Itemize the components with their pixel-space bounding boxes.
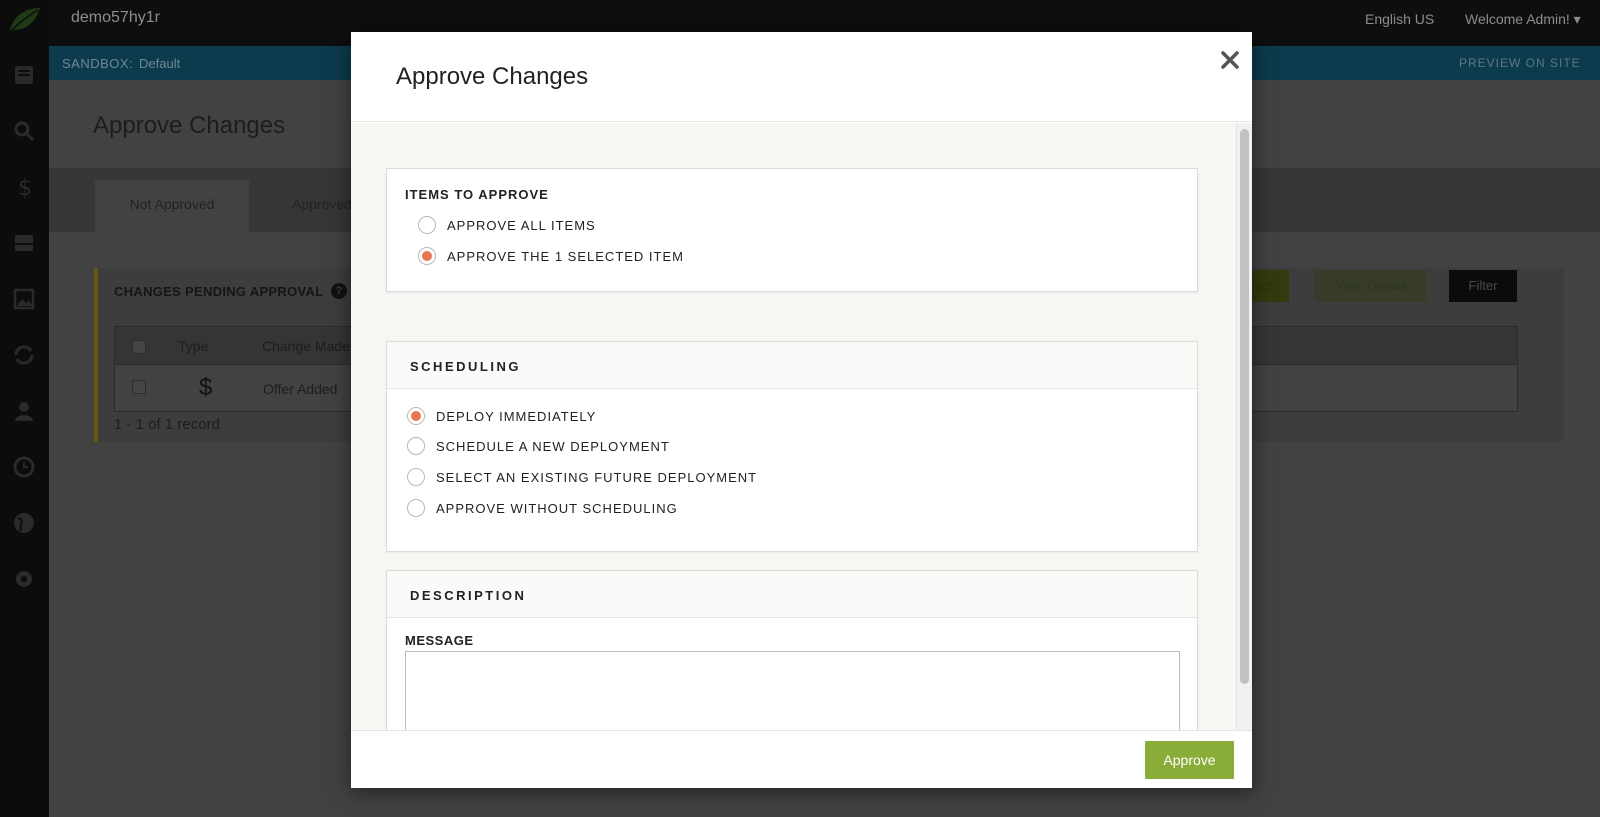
column-header-type[interactable]: Type xyxy=(178,338,208,354)
history-icon[interactable] xyxy=(8,451,40,483)
user-menu[interactable]: Welcome Admin! ▾ xyxy=(1465,11,1581,28)
schedule-new-deployment-radio[interactable] xyxy=(407,437,425,455)
description-card: DESCRIPTION MESSAGE xyxy=(386,570,1198,730)
items-to-approve-heading: ITEMS TO APPROVE xyxy=(405,187,549,202)
pricing-icon[interactable]: $ xyxy=(8,171,40,203)
approve-selected-item-label: APPROVE THE 1 SELECTED ITEM xyxy=(447,248,684,264)
content-icon[interactable] xyxy=(8,59,40,91)
modal-header: Approve Changes xyxy=(351,32,1252,122)
select-existing-deployment-radio[interactable] xyxy=(407,468,425,486)
description-heading: DESCRIPTION xyxy=(410,588,527,603)
tab-not-approved[interactable]: Not Approved xyxy=(95,180,249,232)
scrollbar-thumb[interactable] xyxy=(1240,129,1249,684)
sandbox-value[interactable]: Default xyxy=(139,56,180,71)
help-icon[interactable]: ? xyxy=(331,283,347,299)
change-made-cell: Offer Added xyxy=(263,381,338,397)
record-count: 1 - 1 of 1 record xyxy=(114,416,220,433)
approve-all-items-label: APPROVE ALL ITEMS xyxy=(447,217,596,233)
approve-button[interactable]: Approve xyxy=(1145,741,1234,779)
sandbox-label: SANDBOX: xyxy=(62,56,134,71)
logo-leaf-icon[interactable] xyxy=(6,4,44,34)
media-icon[interactable] xyxy=(8,283,40,315)
svg-text:$: $ xyxy=(18,176,32,199)
scheduling-heading: SCHEDULING xyxy=(410,359,521,374)
select-existing-deployment-option[interactable]: SELECT AN EXISTING FUTURE DEPLOYMENT xyxy=(407,468,757,486)
approve-without-scheduling-option[interactable]: APPROVE WITHOUT SCHEDULING xyxy=(407,499,678,517)
panel-title: CHANGES PENDING APPROVAL xyxy=(114,284,324,299)
settings-icon[interactable] xyxy=(8,563,40,595)
modal-body: ITEMS TO APPROVE APPROVE ALL ITEMS APPRO… xyxy=(351,123,1236,730)
approve-selected-item-option[interactable]: APPROVE THE 1 SELECTED ITEM xyxy=(418,247,684,265)
message-textarea[interactable] xyxy=(405,651,1180,730)
close-icon[interactable] xyxy=(1218,48,1242,72)
approve-changes-modal: Approve Changes ITEMS TO APPROVE APPROVE… xyxy=(351,32,1252,788)
modal-scrollbar[interactable] xyxy=(1236,123,1252,730)
sidebar: $ xyxy=(0,0,49,817)
approve-without-scheduling-radio[interactable] xyxy=(407,499,425,517)
modal-footer: Approve xyxy=(351,730,1252,788)
approve-all-items-option[interactable]: APPROVE ALL ITEMS xyxy=(418,216,596,234)
scheduling-card: SCHEDULING DEPLOY IMMEDIATELY SCHEDULE A… xyxy=(386,341,1198,552)
view-details-button[interactable]: View Details xyxy=(1315,270,1427,302)
approve-all-items-radio[interactable] xyxy=(418,216,436,234)
schedule-new-deployment-option[interactable]: SCHEDULE A NEW DEPLOYMENT xyxy=(407,437,670,455)
catalog-icon[interactable] xyxy=(8,227,40,259)
schedule-new-deployment-label: SCHEDULE A NEW DEPLOYMENT xyxy=(436,438,670,454)
modal-title: Approve Changes xyxy=(396,63,589,90)
user-icon[interactable] xyxy=(8,395,40,427)
select-all-checkbox[interactable] xyxy=(132,340,146,354)
row-checkbox[interactable] xyxy=(132,380,146,394)
page-title: Approve Changes xyxy=(93,112,286,139)
approve-selected-item-radio[interactable] xyxy=(418,247,436,265)
site-name[interactable]: demo57hy1r xyxy=(71,9,160,27)
deploy-immediately-label: DEPLOY IMMEDIATELY xyxy=(436,408,597,424)
language-selector[interactable]: English US xyxy=(1365,11,1434,27)
preview-on-site-link[interactable]: PREVIEW ON SITE xyxy=(1459,56,1581,70)
approve-without-scheduling-label: APPROVE WITHOUT SCHEDULING xyxy=(436,500,678,516)
column-header-change-made[interactable]: Change Made xyxy=(262,338,350,354)
scheduling-header: SCHEDULING xyxy=(387,342,1197,389)
deploy-immediately-radio[interactable] xyxy=(407,407,425,425)
offer-type-icon: $ xyxy=(199,374,213,401)
search-icon[interactable] xyxy=(8,115,40,147)
items-to-approve-card: ITEMS TO APPROVE APPROVE ALL ITEMS APPRO… xyxy=(386,168,1198,292)
filter-button[interactable]: Filter xyxy=(1449,270,1517,302)
description-header: DESCRIPTION xyxy=(387,571,1197,618)
sync-icon[interactable] xyxy=(8,339,40,371)
deploy-immediately-option[interactable]: DEPLOY IMMEDIATELY xyxy=(407,407,596,425)
message-label: MESSAGE xyxy=(405,633,474,648)
select-existing-deployment-label: SELECT AN EXISTING FUTURE DEPLOYMENT xyxy=(436,469,758,485)
globe-icon[interactable] xyxy=(8,507,40,539)
